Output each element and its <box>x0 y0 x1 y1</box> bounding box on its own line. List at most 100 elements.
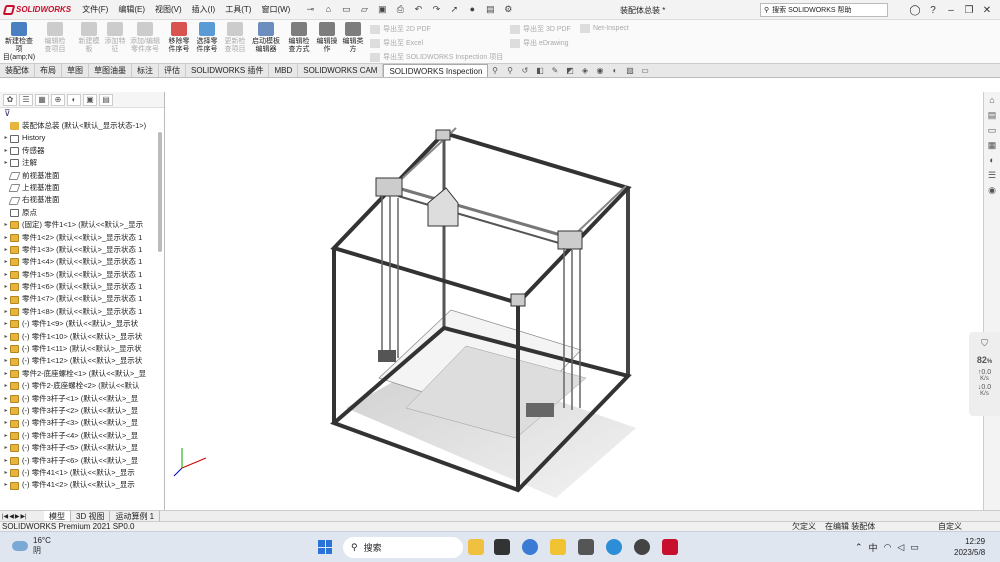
configuration-manager-tab-icon[interactable]: ▦ <box>35 94 49 106</box>
expand-arrow-icon[interactable]: ▸ <box>2 380 10 392</box>
scene-icon[interactable]: ▨ <box>625 66 635 76</box>
display-manager-tab-icon[interactable]: ◐ <box>67 94 81 106</box>
edge-app-icon[interactable] <box>606 539 622 555</box>
dynamic-annotation-icon[interactable]: ✎ <box>550 66 560 76</box>
display-style-icon[interactable]: ◈ <box>580 66 590 76</box>
zoom-to-fit-icon[interactable]: ⚲ <box>490 66 500 76</box>
expand-arrow-icon[interactable]: ▸ <box>2 393 10 405</box>
help-icon[interactable]: ? <box>926 5 940 16</box>
expand-arrow-icon[interactable]: ▸ <box>2 244 10 256</box>
tree-item[interactable]: ▸ 零件2-底座螺栓<1> (默认<<默认>_显 <box>2 368 164 380</box>
view-orientation-icon[interactable]: ◩ <box>565 66 575 76</box>
appearance-icon[interactable]: ◐ <box>610 66 620 76</box>
tray-overflow-icon[interactable]: ⌃ <box>855 542 863 553</box>
template-editor-button[interactable]: 启动模板 编辑器 <box>249 22 283 54</box>
net-inspect-button[interactable]: Net-Inspect <box>580 24 629 33</box>
units-selector[interactable]: 自定义 <box>938 522 962 531</box>
print-icon[interactable]: ⎙ <box>393 4 407 16</box>
tab-evaluate[interactable]: 评估 <box>159 64 186 77</box>
tab-mbd[interactable]: MBD <box>269 64 299 77</box>
save-icon[interactable]: ▣ <box>375 4 389 16</box>
export-2d-pdf-button[interactable]: 导出至 2D PDF <box>370 24 431 34</box>
user-icon[interactable]: ◯ <box>908 5 922 16</box>
tree-item[interactable]: ▸ 零件1<6> (默认<<默认>_显示状态 1 <box>2 281 164 293</box>
expand-arrow-icon[interactable]: ▸ <box>2 219 10 231</box>
tree-item[interactable]: ▸ 零件1<4> (默认<<默认>_显示状态 1 <box>2 256 164 268</box>
tree-item[interactable]: ▸ 注解 <box>2 157 164 169</box>
tree-item[interactable]: ▸ History <box>2 132 164 144</box>
dimxpert-tab-icon[interactable]: ⊕ <box>51 94 65 106</box>
export-excel-button[interactable]: 导出至 Excel <box>370 38 423 48</box>
tree-item[interactable]: ▸ (-) 零件41<2> (默认<<默认>_显示 <box>2 479 164 491</box>
tree-item[interactable]: ▸ (-) 零件41<1> (默认<<默认>_显示 <box>2 467 164 479</box>
bridge-app-icon[interactable] <box>468 539 484 555</box>
tree-item[interactable]: ▸ 零件1<8> (默认<<默认>_显示状态 1 <box>2 306 164 318</box>
expand-arrow-icon[interactable]: ▸ <box>2 157 10 169</box>
menu-insert[interactable]: 插入(I) <box>187 4 221 15</box>
new-inspection-project-button[interactable]: 新建检查项 目(amp;N) <box>2 22 36 62</box>
tree-item[interactable]: 前视基准面 <box>2 170 164 182</box>
view-settings-icon[interactable]: ▭ <box>640 66 650 76</box>
expand-arrow-icon[interactable]: ▸ <box>2 256 10 268</box>
wifi-icon[interactable]: ◠ <box>884 542 892 553</box>
next-tab-icon[interactable]: ▶ <box>15 513 20 520</box>
tab-addins[interactable]: SOLIDWORKS 插件 <box>186 64 270 77</box>
custom-properties-icon[interactable]: ☰ <box>986 170 998 182</box>
cam-tree-tab-icon[interactable]: ▤ <box>99 94 113 106</box>
appearances-icon[interactable]: ◐ <box>986 155 998 167</box>
expand-arrow-icon[interactable]: ▸ <box>2 232 10 244</box>
last-tab-icon[interactable]: ▶| <box>20 513 26 520</box>
task-view-icon[interactable] <box>494 539 510 555</box>
weather-widget[interactable]: 16°C 阴 <box>12 536 51 556</box>
tab-3d-views[interactable]: 3D 视图 <box>71 510 111 522</box>
view-palette-icon[interactable]: ▦ <box>986 140 998 152</box>
tree-item[interactable]: ▸ (-) 零件3杆子<5> (默认<<默认>_显 <box>2 442 164 454</box>
battery-icon[interactable]: ▭ <box>910 542 919 553</box>
expand-arrow-icon[interactable]: ▸ <box>2 355 10 367</box>
tree-scrollbar[interactable] <box>158 132 162 252</box>
tree-item[interactable]: ▸ (-) 零件1<9> (默认<<默认>_显示状 <box>2 318 164 330</box>
expand-arrow-icon[interactable]: ▸ <box>2 145 10 157</box>
feature-manager-tab-icon[interactable]: ✿ <box>3 94 17 106</box>
taskbar-search[interactable]: ⚲ 搜索 <box>343 537 463 558</box>
tree-item[interactable]: ▸ (-) 零件3杆子<6> (默认<<默认>_显 <box>2 455 164 467</box>
obs-app-icon[interactable] <box>634 539 650 555</box>
zoom-area-icon[interactable]: ⚲ <box>505 66 515 76</box>
tree-item[interactable]: 上视基准面 <box>2 182 164 194</box>
store-app-icon[interactable] <box>578 539 594 555</box>
edit-inspection-project-button[interactable]: 编辑检 查项目 <box>38 22 72 54</box>
tree-root-assembly[interactable]: 装配体总装 (默认<默认_显示状态-1>) <box>2 120 164 132</box>
hide-show-icon[interactable]: ◉ <box>595 66 605 76</box>
expand-arrow-icon[interactable]: ▸ <box>2 467 10 479</box>
tree-item[interactable]: ▸ 传感器 <box>2 145 164 157</box>
add-feature-button[interactable]: 添加特 征 <box>98 22 132 54</box>
expand-arrow-icon[interactable]: ▸ <box>2 368 10 380</box>
tree-item[interactable]: 右视基准面 <box>2 194 164 206</box>
menu-edit[interactable]: 编辑(E) <box>113 4 150 15</box>
design-library-icon[interactable]: ▤ <box>986 110 998 122</box>
tab-model[interactable]: 模型 <box>44 510 71 522</box>
open-icon[interactable]: ▱ <box>357 4 371 16</box>
tab-sketch[interactable]: 草图 <box>62 64 89 77</box>
expand-arrow-icon[interactable]: ▸ <box>2 306 10 318</box>
tree-item[interactable]: ▸ (-) 零件1<11> (默认<<默认>_显示状 <box>2 343 164 355</box>
expand-arrow-icon[interactable]: ▸ <box>2 132 10 144</box>
property-manager-tab-icon[interactable]: ☰ <box>19 94 33 106</box>
tree-item[interactable]: ▸ 零件1<2> (默认<<默认>_显示状态 1 <box>2 232 164 244</box>
redo-icon[interactable]: ↷ <box>429 4 443 16</box>
tree-item[interactable]: ▸ (-) 零件3杆子<4> (默认<<默认>_显 <box>2 430 164 442</box>
expand-arrow-icon[interactable]: ▸ <box>2 455 10 467</box>
tree-item[interactable]: ▸ (-) 零件2-底座螺栓<2> (默认<<默认 <box>2 380 164 392</box>
tree-item[interactable]: ▸ (-) 零件3杆子<2> (默认<<默认>_显 <box>2 405 164 417</box>
pin-icon[interactable]: ⊸ <box>303 4 317 16</box>
new-icon[interactable]: ▭ <box>339 4 353 16</box>
volume-icon[interactable]: ◁ <box>897 542 904 553</box>
add-edit-balloon-button[interactable]: 添加/编辑 零件序号 <box>128 22 162 54</box>
expand-arrow-icon[interactable]: ▸ <box>2 343 10 355</box>
menu-window[interactable]: 窗口(W) <box>256 4 295 15</box>
export-3d-pdf-button[interactable]: 导出至 3D PDF <box>510 24 571 34</box>
tree-item[interactable]: ▸ 零件1<7> (默认<<默认>_显示状态 1 <box>2 293 164 305</box>
expand-arrow-icon[interactable]: ▸ <box>2 442 10 454</box>
export-edrawing-button[interactable]: 导出 eDrawing <box>510 38 569 48</box>
minimize-button[interactable]: – <box>944 5 958 16</box>
